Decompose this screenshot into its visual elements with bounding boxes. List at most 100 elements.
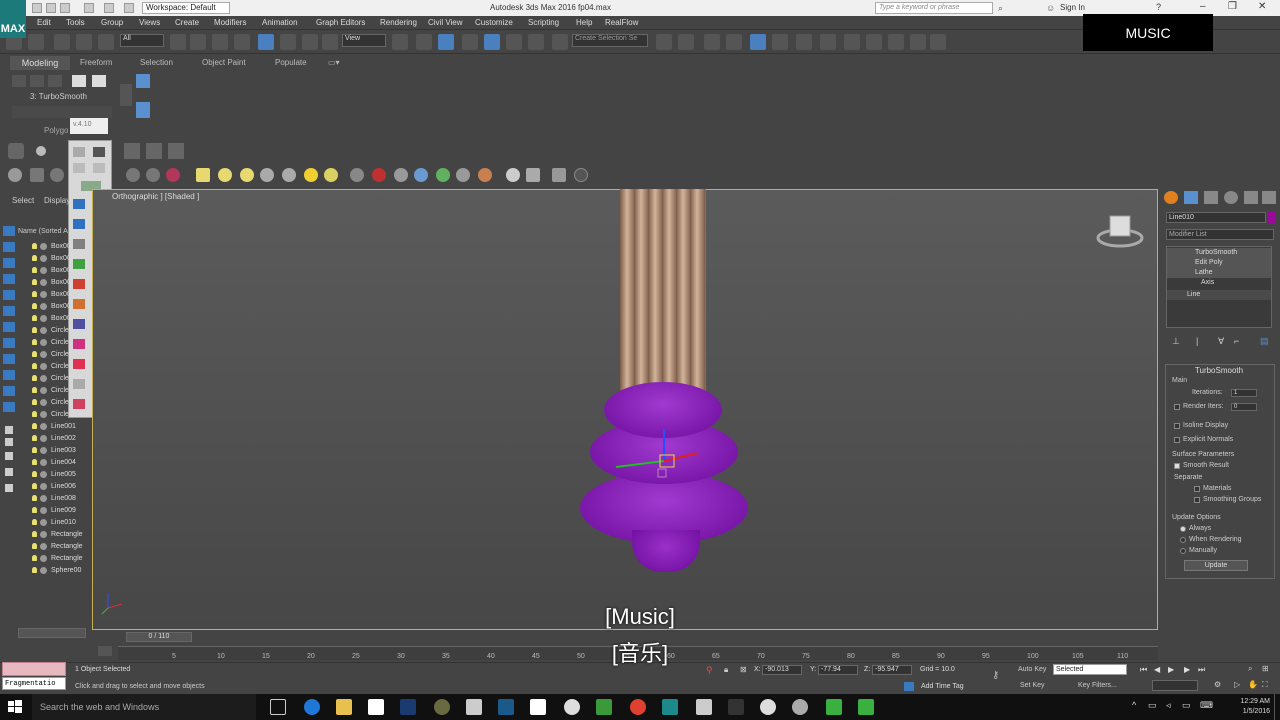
list-item[interactable]: Line001 xyxy=(32,420,76,432)
time-config-icon[interactable]: ⚙ xyxy=(1214,680,1221,689)
modifier-list-dropdown[interactable]: Modifier List xyxy=(1166,229,1274,240)
list-item[interactable]: Box00 xyxy=(32,300,71,312)
camtasia-icon[interactable] xyxy=(826,699,842,715)
when-rendering-radio[interactable] xyxy=(1180,537,1186,543)
explorer-tab-select[interactable]: Select xyxy=(12,196,34,205)
menu-create[interactable]: Create xyxy=(175,18,199,27)
list-item[interactable]: Circle xyxy=(32,408,69,420)
display-tab-icon[interactable] xyxy=(1244,191,1258,204)
freeze-toggle-icon[interactable] xyxy=(40,506,47,514)
taskbar-search-box[interactable]: Search the web and Windows xyxy=(32,694,256,720)
materials-checkbox[interactable] xyxy=(1194,486,1200,492)
use-nurms-icon[interactable] xyxy=(30,75,44,87)
3ds-max-icon[interactable] xyxy=(662,699,678,715)
freeze-toggle-icon[interactable] xyxy=(40,542,47,550)
freeze-icon[interactable] xyxy=(124,143,140,159)
unfreeze-icon[interactable] xyxy=(146,143,162,159)
angle-snap-icon[interactable] xyxy=(484,34,500,50)
store-icon[interactable] xyxy=(368,699,384,715)
tray-chevron-icon[interactable]: ^ xyxy=(1132,700,1136,710)
place-icon[interactable] xyxy=(322,34,338,50)
motion-tab-icon[interactable] xyxy=(1224,191,1238,204)
camtasia-recorder-icon[interactable] xyxy=(858,699,874,715)
grid-icon[interactable] xyxy=(526,168,540,182)
collapse-stack-icon[interactable] xyxy=(72,75,86,87)
filter-geometry-icon[interactable] xyxy=(3,226,15,236)
visibility-bulb-icon[interactable] xyxy=(32,471,37,477)
project-folder-icon[interactable] xyxy=(124,3,134,13)
menu-edit[interactable]: Edit xyxy=(37,18,51,27)
menu-rendering[interactable]: Rendering xyxy=(380,18,417,27)
schematic-view-icon[interactable] xyxy=(772,34,788,50)
list-item[interactable]: Rectangle xyxy=(32,552,83,564)
app-icon[interactable] xyxy=(792,699,808,715)
freeze-toggle-icon[interactable] xyxy=(40,242,47,250)
menu-tools[interactable]: Tools xyxy=(66,18,85,27)
render-frame-icon[interactable] xyxy=(30,168,44,182)
freeze-toggle-icon[interactable] xyxy=(40,362,47,370)
app-icon[interactable] xyxy=(760,699,776,715)
utilities-tab-icon[interactable] xyxy=(1262,191,1276,204)
maximize-viewport-icon[interactable]: ⛶ xyxy=(1262,680,1268,690)
tab-populate[interactable]: Populate xyxy=(275,58,307,67)
visibility-bulb-icon[interactable] xyxy=(32,423,37,429)
auto-key-button[interactable]: Auto Key xyxy=(1018,666,1046,673)
visibility-bulb-icon[interactable] xyxy=(32,315,37,321)
torus-icon[interactable] xyxy=(260,168,274,182)
visibility-bulb-icon[interactable] xyxy=(32,339,37,345)
visibility-bulb-icon[interactable] xyxy=(32,327,37,333)
plugin-icon[interactable] xyxy=(73,163,85,173)
list-item[interactable]: Rectangle xyxy=(32,540,83,552)
save-icon[interactable] xyxy=(60,3,70,13)
layer-explorer-icon[interactable] xyxy=(704,34,720,50)
photos-icon[interactable] xyxy=(530,699,546,715)
show-desktop-button[interactable] xyxy=(1274,694,1280,720)
filter-containers-icon[interactable] xyxy=(3,370,15,380)
polygon-mode-icon[interactable] xyxy=(136,102,150,118)
plugin-icon[interactable] xyxy=(73,147,85,157)
list-item[interactable]: Box00 xyxy=(32,252,71,264)
zoom-icon[interactable]: ⌕ xyxy=(1248,664,1252,674)
tab-freeform[interactable]: Freeform xyxy=(80,58,112,67)
freeze-toggle-icon[interactable] xyxy=(40,398,47,406)
previous-frame-icon[interactable]: ◀ xyxy=(1154,665,1160,674)
close-icon[interactable]: ✕ xyxy=(1258,1,1266,12)
menu-civil-view[interactable]: Civil View xyxy=(428,18,463,27)
list-item[interactable]: Circle xyxy=(32,396,69,408)
filter-hidden-icon[interactable] xyxy=(3,402,15,412)
list-item[interactable]: Circle xyxy=(32,372,69,384)
input-icon[interactable]: ▭ xyxy=(1182,700,1191,711)
track-bar-menu-icon[interactable] xyxy=(98,646,112,656)
align-icon[interactable] xyxy=(678,34,694,50)
freeze-toggle-icon[interactable] xyxy=(40,386,47,394)
list-item[interactable]: Circle xyxy=(32,360,69,372)
list-item[interactable]: Box00 xyxy=(32,264,71,276)
workspace-select[interactable]: Workspace: Default xyxy=(142,2,230,14)
list-item[interactable]: Box00 xyxy=(32,240,71,252)
plugin-icon[interactable] xyxy=(93,147,105,157)
visibility-bulb-icon[interactable] xyxy=(32,483,37,489)
explorer-column-header[interactable]: Name (Sorted A xyxy=(18,228,68,235)
help-circle-icon[interactable] xyxy=(574,168,588,182)
visibility-bulb-icon[interactable] xyxy=(32,411,37,417)
snaps-toggle-icon[interactable] xyxy=(462,34,478,50)
visibility-bulb-icon[interactable] xyxy=(32,387,37,393)
tab-object-paint[interactable]: Object Paint xyxy=(202,58,246,67)
menu-group[interactable]: Group xyxy=(101,18,123,27)
unity-icon[interactable] xyxy=(564,699,580,715)
maximize-icon[interactable]: ❐ xyxy=(1228,1,1237,12)
menu-graph-editors[interactable]: Graph Editors xyxy=(316,18,365,27)
maxscript-listener-box[interactable] xyxy=(2,662,66,676)
selection-filter-dropdown[interactable]: All xyxy=(120,34,164,47)
key-icon[interactable]: ⚷ xyxy=(992,670,999,681)
freeze-toggle-icon[interactable] xyxy=(40,530,47,538)
time-tag-icon[interactable] xyxy=(904,682,914,691)
sphere-create-icon[interactable] xyxy=(240,168,254,182)
current-frame-field[interactable] xyxy=(1152,680,1198,691)
modify-mode-icon[interactable] xyxy=(92,75,106,87)
visibility-bulb-icon[interactable] xyxy=(32,255,37,261)
render-iterative-icon[interactable] xyxy=(888,34,904,50)
stack-item-line[interactable]: Line xyxy=(1167,290,1271,300)
file-explorer-icon[interactable] xyxy=(336,699,352,715)
freeze-toggle-icon[interactable] xyxy=(40,434,47,442)
